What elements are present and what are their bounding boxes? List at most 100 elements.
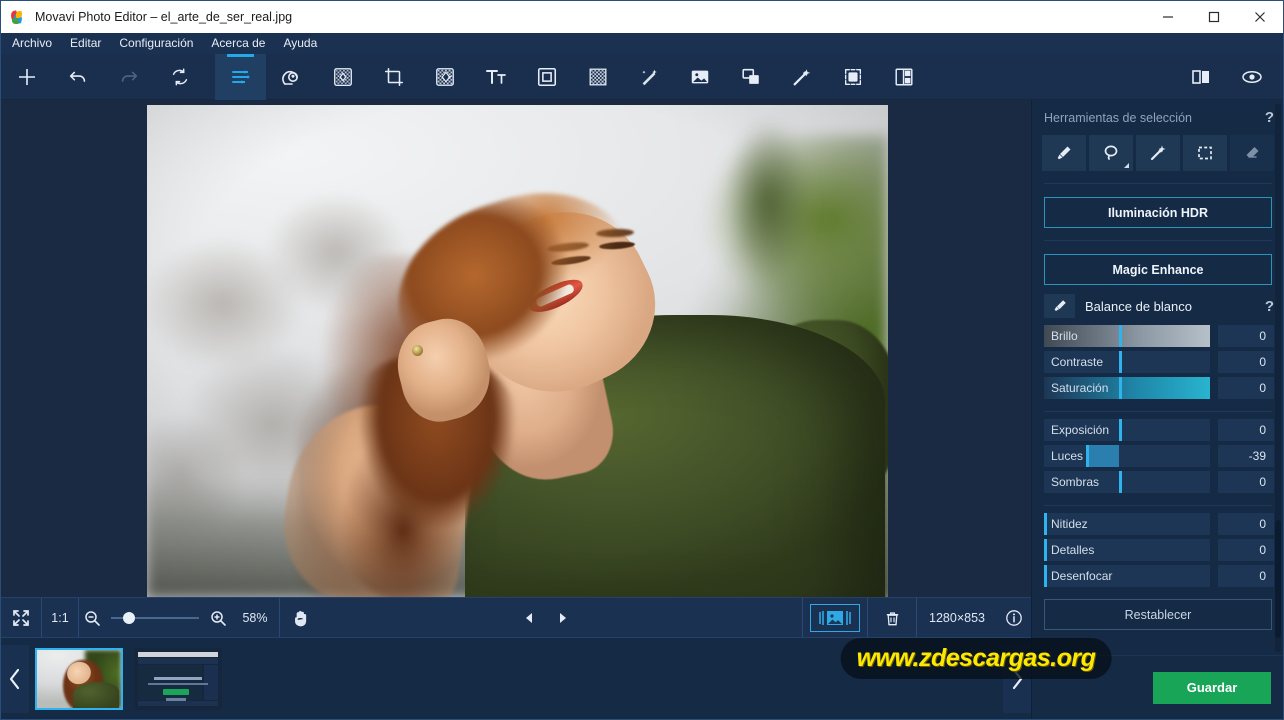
nitidez-slider-handle[interactable] [1044, 513, 1047, 535]
reset-changes-icon[interactable] [154, 54, 205, 100]
background-removal-icon[interactable] [419, 54, 470, 100]
actual-size-button[interactable]: 1:1 [42, 598, 78, 638]
magic-wand-icon[interactable] [776, 54, 827, 100]
panel-scrollbar-thumb[interactable] [1275, 520, 1281, 638]
saturacion-slider-handle[interactable] [1118, 377, 1122, 399]
next-image-icon[interactable] [546, 598, 580, 638]
lasso-dropdown-caret[interactable] [1124, 163, 1129, 168]
desenfocar-value[interactable]: 0 [1218, 565, 1274, 587]
menu-item-acerca-de[interactable]: Acerca de [202, 33, 274, 54]
adjustments-panel-scroll[interactable]: Herramientas de selección ? Iluminación … [1032, 100, 1284, 655]
saturacion-value[interactable]: 0 [1218, 377, 1274, 399]
thumbnail-portrait[interactable] [35, 647, 123, 710]
brillo-slider-handle[interactable] [1118, 325, 1122, 347]
compare-before-after-icon[interactable] [810, 604, 860, 632]
reset-button[interactable]: Restablecer [1044, 599, 1272, 630]
nitidez-slider[interactable]: Nitidez [1044, 513, 1211, 535]
add-image-icon[interactable] [1, 54, 52, 100]
image-canvas[interactable] [1, 100, 1031, 597]
previous-image-icon[interactable] [512, 598, 546, 638]
menu-bar: Archivo Editar Configuración Acerca de A… [0, 33, 1284, 54]
magic-wand-selection-icon[interactable] [1136, 135, 1180, 171]
eyedropper-icon[interactable] [1044, 294, 1075, 318]
effects-icon[interactable] [623, 54, 674, 100]
sombras-slider[interactable]: Sombras [1044, 471, 1211, 493]
slider-row: Saturación 0 [1044, 377, 1274, 399]
edited-photo[interactable] [147, 105, 888, 597]
photo-vignette [147, 105, 888, 597]
detalles-slider[interactable]: Detalles [1044, 539, 1211, 561]
rectangular-marquee-icon[interactable] [1183, 135, 1227, 171]
hand-pan-icon[interactable] [280, 598, 322, 638]
luces-slider[interactable]: Luces [1044, 445, 1211, 467]
detalles-label: Detalles [1051, 543, 1095, 557]
insert-picture-icon[interactable] [674, 54, 725, 100]
menu-item-ayuda[interactable]: Ayuda [274, 33, 326, 54]
trash-icon[interactable] [868, 598, 916, 638]
contraste-value[interactable]: 0 [1218, 351, 1274, 373]
menu-item-configuracion[interactable]: Configuración [110, 33, 202, 54]
minimize-button[interactable] [1145, 1, 1191, 33]
zoom-in-icon[interactable] [205, 598, 231, 638]
adjustments-icon[interactable] [215, 53, 266, 100]
saturacion-slider[interactable]: Saturación [1044, 377, 1211, 399]
luces-slider-handle[interactable] [1085, 445, 1089, 467]
before-after-split-icon[interactable] [1175, 54, 1226, 100]
sombras-slider-handle[interactable] [1118, 471, 1122, 493]
brillo-value[interactable]: 0 [1218, 325, 1274, 347]
selection-brush-icon[interactable] [1042, 135, 1086, 171]
filmstrip-previous-icon[interactable] [1, 644, 29, 713]
detalles-value[interactable]: 0 [1218, 539, 1274, 561]
thumb-titlebar [138, 651, 218, 657]
collage-icon[interactable] [878, 54, 929, 100]
contraste-slider[interactable]: Contraste [1044, 351, 1211, 373]
sombras-value[interactable]: 0 [1218, 471, 1274, 493]
selection-tools-help-icon[interactable]: ? [1265, 109, 1274, 126]
undo-icon[interactable] [52, 54, 103, 100]
white-balance-label: Balance de blanco [1085, 298, 1192, 314]
texture-icon[interactable] [572, 54, 623, 100]
frame-icon[interactable] [521, 54, 572, 100]
desenfocar-slider[interactable]: Desenfocar [1044, 565, 1211, 587]
hdr-lighting-button[interactable]: Iluminación HDR [1044, 197, 1272, 228]
info-icon[interactable] [997, 598, 1031, 638]
brillo-slider[interactable]: Brillo [1044, 325, 1211, 347]
exposicion-slider-handle[interactable] [1118, 419, 1122, 441]
fit-to-screen-icon[interactable] [1, 598, 41, 638]
preview-eye-icon[interactable] [1226, 54, 1277, 100]
movavi-photo-editor-window: Movavi Photo Editor – el_arte_de_ser_rea… [0, 0, 1284, 720]
toolbar-right-group [1175, 54, 1277, 100]
object-removal-icon[interactable] [317, 54, 368, 100]
nitidez-value[interactable]: 0 [1218, 513, 1274, 535]
zoom-out-icon[interactable] [79, 598, 105, 638]
slider-row: Detalles 0 [1044, 539, 1274, 561]
exposicion-slider[interactable]: Exposición [1044, 419, 1211, 441]
white-balance-help-icon[interactable]: ? [1265, 298, 1274, 315]
maximize-button[interactable] [1191, 1, 1237, 33]
menu-item-archivo[interactable]: Archivo [3, 33, 61, 54]
text-icon[interactable] [470, 54, 521, 100]
thumbnail-screenshot[interactable] [134, 647, 222, 710]
redo-icon[interactable] [103, 54, 154, 100]
exposicion-value[interactable]: 0 [1218, 419, 1274, 441]
divider [1044, 183, 1272, 184]
lasso-icon[interactable] [1089, 135, 1133, 171]
magic-enhance-button[interactable]: Magic Enhance [1044, 254, 1272, 285]
overlay-shapes-icon[interactable] [725, 54, 776, 100]
zoom-slider-handle[interactable] [123, 611, 135, 624]
contraste-slider-handle[interactable] [1118, 351, 1122, 373]
luces-value[interactable]: -39 [1218, 445, 1274, 467]
zoom-slider[interactable] [111, 598, 199, 638]
change-background-icon[interactable] [827, 54, 878, 100]
portrait-retouch-icon[interactable] [266, 54, 317, 100]
thumb-subtext [148, 682, 208, 685]
desenfocar-slider-handle[interactable] [1044, 565, 1047, 587]
crop-icon[interactable] [368, 54, 419, 100]
slider-row: Brillo 0 [1044, 325, 1274, 347]
eraser-icon[interactable] [1230, 135, 1274, 171]
detalles-slider-handle[interactable] [1044, 539, 1047, 561]
close-button[interactable] [1237, 1, 1283, 33]
save-button[interactable]: Guardar [1153, 671, 1271, 704]
slider-group-detail: Nitidez 0 Detalles 0 Desenfocar 0 [1032, 506, 1284, 587]
menu-item-editar[interactable]: Editar [61, 33, 110, 54]
